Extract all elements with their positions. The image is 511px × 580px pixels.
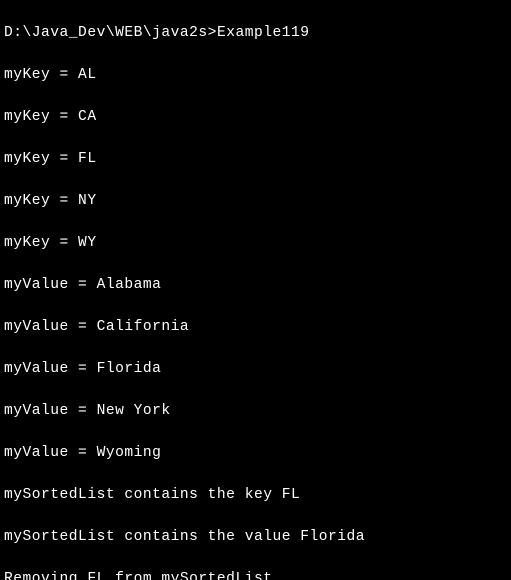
prompt-path: D:\Java_Dev\WEB\java2s> [4,25,217,41]
output-line: myValue = New York [4,401,507,422]
terminal-output: D:\Java_Dev\WEB\java2s>Example119 myKey … [0,0,511,580]
output-line: myKey = AL [4,65,507,86]
output-line: myKey = NY [4,191,507,212]
output-line: myValue = California [4,317,507,338]
output-line: myKey = CA [4,107,507,128]
output-line: mySortedList contains the value Florida [4,527,507,548]
prompt-line: D:\Java_Dev\WEB\java2s>Example119 [4,23,507,44]
prompt-command: Example119 [217,25,310,41]
output-line: myKey = FL [4,149,507,170]
output-line: mySortedList contains the key FL [4,485,507,506]
output-line: myValue = Florida [4,359,507,380]
output-line: myKey = WY [4,233,507,254]
output-line: Removing FL from mySortedList [4,569,507,580]
output-line: myValue = Wyoming [4,443,507,464]
output-line: myValue = Alabama [4,275,507,296]
